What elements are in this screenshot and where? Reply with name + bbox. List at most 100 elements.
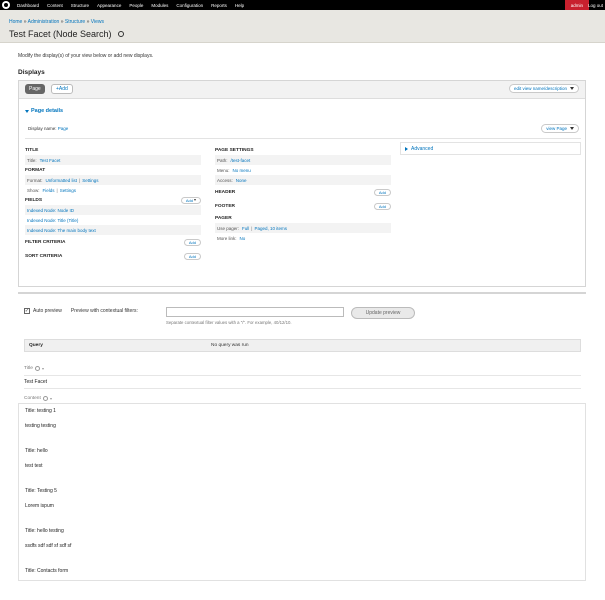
- menu-row: Menu: No menu: [215, 165, 391, 175]
- edit-view-button[interactable]: edit view name/description: [508, 84, 579, 93]
- contextual-filters-hint: Separate contextual filter values with a…: [166, 320, 292, 325]
- show-settings-link[interactable]: Settings: [60, 188, 76, 193]
- chevron-down-icon: [570, 127, 574, 130]
- breadcrumb-structure[interactable]: Structure: [65, 19, 85, 25]
- toolbar-item-modules[interactable]: Modules: [147, 3, 172, 8]
- format-row-label: Format:: [27, 177, 43, 183]
- query-info: Query No query was run: [24, 339, 581, 352]
- edit-view-label: edit view name/description: [513, 86, 567, 91]
- breadcrumb-administration[interactable]: Administration: [28, 19, 60, 25]
- show-row-link[interactable]: Fields: [43, 188, 55, 193]
- toolbar-item-content[interactable]: Content: [43, 3, 67, 8]
- sort-add-button[interactable]: Add: [183, 252, 201, 260]
- pager-options-link[interactable]: Paged, 10 items: [254, 226, 287, 231]
- title-field-label: Title: [24, 366, 44, 371]
- title-heading-text: TITLE: [25, 147, 39, 153]
- page-settings-text: PAGE SETTINGS: [215, 147, 254, 153]
- filter-heading-text: FILTER CRITERIA: [25, 239, 66, 245]
- user-account-link[interactable]: admin: [564, 0, 589, 10]
- field-link[interactable]: Indexed Node: Title (Title): [27, 218, 78, 223]
- chevron-down-icon[interactable]: [41, 367, 44, 370]
- result-title: Title: testing 1: [25, 408, 56, 414]
- format-row-link[interactable]: Unformatted list: [46, 178, 78, 183]
- view-page-button[interactable]: view Page: [541, 124, 579, 133]
- logout-link[interactable]: Log out: [588, 0, 603, 10]
- format-heading: FORMAT: [25, 165, 201, 175]
- access-link[interactable]: None: [236, 178, 247, 183]
- gear-icon[interactable]: [42, 396, 48, 401]
- more-link-value[interactable]: No: [240, 236, 246, 241]
- sort-heading-text: SORT CRITERIA: [25, 253, 63, 259]
- show-row-label: Show:: [27, 187, 40, 193]
- query-label: Query: [29, 343, 43, 348]
- intro-text: Modify the display(s) of your view below…: [18, 53, 154, 59]
- toolbar-item-structure[interactable]: Structure: [67, 3, 93, 8]
- pager-heading-text: PAGER: [215, 215, 232, 221]
- header-heading: HEADER Add: [215, 187, 391, 197]
- display-name-link[interactable]: Page: [58, 126, 69, 131]
- menu-label: Menu:: [217, 167, 230, 173]
- result-body: Lorem ispum: [25, 503, 54, 509]
- home-icon[interactable]: [2, 1, 10, 9]
- path-link[interactable]: /test-facet: [231, 158, 251, 163]
- field-link[interactable]: Indexed Node: Node ID: [27, 208, 74, 213]
- fields-add-button[interactable]: Add: [180, 196, 201, 204]
- path-row: Path: /test-facet: [215, 155, 391, 165]
- add-display-button[interactable]: +Add: [51, 84, 73, 94]
- left-column: TITLE Title: Test Facet FORMAT Format: U…: [25, 145, 201, 261]
- fields-add-label: Add: [185, 197, 193, 203]
- update-preview-button[interactable]: Update preview: [351, 307, 415, 319]
- result-title: Title: Contacts form: [25, 568, 69, 574]
- breadcrumb-separator: »: [86, 19, 90, 25]
- auto-preview-checkbox[interactable]: ✓: [24, 308, 30, 314]
- breadcrumb-home[interactable]: Home: [9, 19, 22, 25]
- menu-link[interactable]: No menu: [233, 168, 251, 173]
- filter-add-button[interactable]: Add: [183, 238, 201, 246]
- toolbar-item-appearance[interactable]: Appearance: [93, 3, 125, 8]
- page-details-toggle[interactable]: Page details: [25, 108, 63, 114]
- access-row: Access: None: [215, 175, 391, 185]
- pager-heading: PAGER: [215, 213, 391, 223]
- chevron-down-icon[interactable]: [49, 397, 52, 400]
- gear-icon[interactable]: [34, 366, 40, 371]
- contextual-filters-input[interactable]: [166, 307, 344, 317]
- pager-link[interactable]: Full: [242, 226, 249, 231]
- content-field-label: Content: [24, 396, 52, 401]
- result-body: test test: [25, 463, 43, 469]
- breadcrumb-views[interactable]: Views: [91, 19, 104, 25]
- more-link-row: More link: No: [215, 233, 391, 243]
- pager-row: Use pager: Full | Paged, 10 items: [215, 223, 391, 233]
- tab-page[interactable]: Page: [25, 84, 45, 94]
- breadcrumb-separator: »: [60, 19, 64, 25]
- result-title: Title: Testing 5: [25, 488, 57, 494]
- format-settings-link[interactable]: Settings: [82, 178, 98, 183]
- triangle-right-icon: [405, 146, 408, 151]
- gear-icon[interactable]: [117, 31, 124, 37]
- header-add-button[interactable]: Add: [373, 188, 391, 196]
- toolbar-item-configuration[interactable]: Configuration: [172, 3, 207, 8]
- page-settings-heading: PAGE SETTINGS: [215, 145, 391, 155]
- title-row: Title: Test Facet: [25, 155, 201, 165]
- fields-heading-text: FIELDS: [25, 197, 43, 203]
- query-value: No query was run: [211, 343, 249, 348]
- footer-heading: FOOTER Add: [215, 201, 391, 211]
- path-label: Path:: [217, 157, 228, 163]
- field-row: Indexed Node: Title (Title): [25, 215, 201, 225]
- title-row-link[interactable]: Test Facet: [40, 158, 61, 163]
- toolbar-item-reports[interactable]: Reports: [207, 3, 231, 8]
- divider: [25, 138, 581, 139]
- toolbar-item-people[interactable]: People: [125, 3, 147, 8]
- middle-column: PAGE SETTINGS Path: /test-facet Menu: No…: [215, 145, 391, 243]
- toolbar-item-help[interactable]: Help: [231, 3, 248, 8]
- footer-add-button[interactable]: Add: [373, 202, 391, 210]
- display-panel: Page +Add edit view name/description Pag…: [18, 80, 586, 287]
- field-link[interactable]: Indexed Node: The main body text: [27, 228, 96, 233]
- toolbar-item-dashboard[interactable]: Dashboard: [13, 3, 43, 8]
- page-header: Home » Administration » Structure » View…: [0, 10, 605, 43]
- separator: |: [251, 225, 253, 231]
- display-name-row: Display name: Page: [28, 126, 68, 131]
- format-heading-text: FORMAT: [25, 167, 46, 173]
- advanced-toggle[interactable]: Advanced: [400, 142, 581, 155]
- filter-criteria-heading: FILTER CRITERIA Add: [25, 237, 201, 247]
- preview-controls: ✓ Auto preview Preview with contextual f…: [24, 308, 138, 314]
